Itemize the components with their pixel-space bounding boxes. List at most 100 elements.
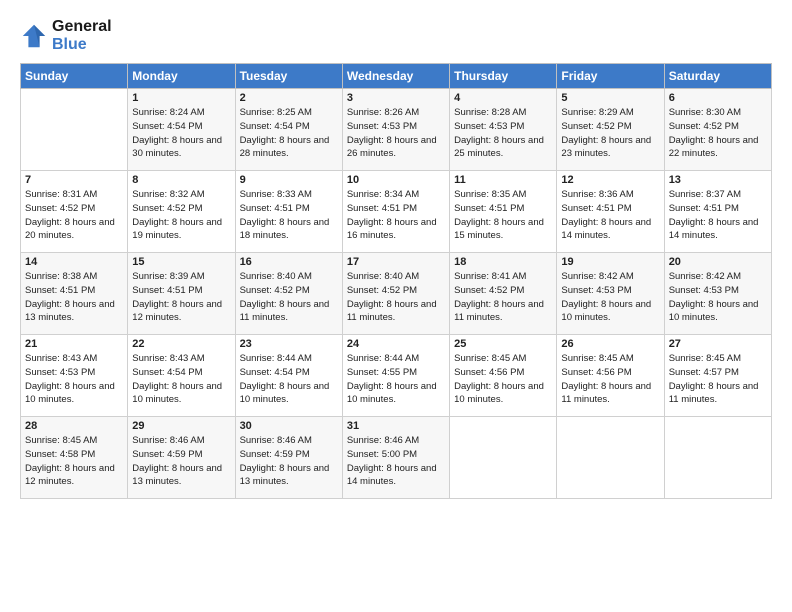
day-number: 7 xyxy=(25,174,123,186)
calendar-cell: 30 Sunrise: 8:46 AMSunset: 4:59 PMDayligh… xyxy=(235,417,342,499)
day-info: Sunrise: 8:37 AMSunset: 4:51 PMDaylight:… xyxy=(669,188,767,243)
calendar-cell: 21Sunrise: 8:43 AMSunset: 4:53 PMDayligh… xyxy=(21,335,128,417)
day-info: Sunrise: 8:38 AMSunset: 4:51 PMDaylight:… xyxy=(25,270,123,325)
day-header: Thursday xyxy=(450,64,557,89)
calendar-table: SundayMondayTuesdayWednesdayThursdayFrid… xyxy=(20,63,772,499)
calendar-header-row: SundayMondayTuesdayWednesdayThursdayFrid… xyxy=(21,64,772,89)
calendar-cell: 6 Sunrise: 8:30 AMSunset: 4:52 PMDaylight… xyxy=(664,89,771,171)
calendar-cell: 22 Sunrise: 8:43 AMSunset: 4:54 PMDayligh… xyxy=(128,335,235,417)
day-number: 31 xyxy=(347,420,445,432)
calendar-cell: 28 Sunrise: 8:45 AMSunset: 4:58 PMDayligh… xyxy=(21,417,128,499)
day-number: 20 xyxy=(669,256,767,268)
calendar-cell: 20 Sunrise: 8:42 AMSunset: 4:53 PMDayligh… xyxy=(664,253,771,335)
calendar-cell: 11 Sunrise: 8:35 AMSunset: 4:51 PMDayligh… xyxy=(450,171,557,253)
day-number: 5 xyxy=(561,92,659,104)
day-number: 10 xyxy=(347,174,445,186)
day-number: 16 xyxy=(240,256,338,268)
day-info: Sunrise: 8:43 AMSunset: 4:54 PMDaylight:… xyxy=(132,352,230,407)
day-info: Sunrise: 8:26 AMSunset: 4:53 PMDaylight:… xyxy=(347,106,445,161)
day-number: 3 xyxy=(347,92,445,104)
header: General Blue xyxy=(20,18,772,53)
day-number: 8 xyxy=(132,174,230,186)
calendar-cell: 24 Sunrise: 8:44 AMSunset: 4:55 PMDayligh… xyxy=(342,335,449,417)
calendar-cell: 23 Sunrise: 8:44 AMSunset: 4:54 PMDayligh… xyxy=(235,335,342,417)
calendar-week-row: 28 Sunrise: 8:45 AMSunset: 4:58 PMDayligh… xyxy=(21,417,772,499)
calendar-cell: 31 Sunrise: 8:46 AMSunset: 5:00 PMDayligh… xyxy=(342,417,449,499)
day-info: Sunrise: 8:45 AMSunset: 4:56 PMDaylight:… xyxy=(561,352,659,407)
day-info: Sunrise: 8:33 AMSunset: 4:51 PMDaylight:… xyxy=(240,188,338,243)
day-number: 27 xyxy=(669,338,767,350)
calendar-cell: 19Sunrise: 8:42 AMSunset: 4:53 PMDayligh… xyxy=(557,253,664,335)
day-number: 4 xyxy=(454,92,552,104)
day-info: Sunrise: 8:32 AMSunset: 4:52 PMDaylight:… xyxy=(132,188,230,243)
day-number: 18 xyxy=(454,256,552,268)
calendar-cell: 2 Sunrise: 8:25 AMSunset: 4:54 PMDaylight… xyxy=(235,89,342,171)
day-info: Sunrise: 8:28 AMSunset: 4:53 PMDaylight:… xyxy=(454,106,552,161)
day-number: 12 xyxy=(561,174,659,186)
day-info: Sunrise: 8:40 AMSunset: 4:52 PMDaylight:… xyxy=(347,270,445,325)
day-info: Sunrise: 8:44 AMSunset: 4:55 PMDaylight:… xyxy=(347,352,445,407)
day-info: Sunrise: 8:46 AMSunset: 5:00 PMDaylight:… xyxy=(347,434,445,489)
calendar-cell: 7 Sunrise: 8:31 AMSunset: 4:52 PMDaylight… xyxy=(21,171,128,253)
day-info: Sunrise: 8:42 AMSunset: 4:53 PMDaylight:… xyxy=(561,270,659,325)
day-info: Sunrise: 8:35 AMSunset: 4:51 PMDaylight:… xyxy=(454,188,552,243)
calendar-cell: 16Sunrise: 8:40 AMSunset: 4:52 PMDayligh… xyxy=(235,253,342,335)
day-number: 23 xyxy=(240,338,338,350)
day-number: 25 xyxy=(454,338,552,350)
logo-icon xyxy=(20,22,48,50)
calendar-cell: 10 Sunrise: 8:34 AMSunset: 4:51 PMDayligh… xyxy=(342,171,449,253)
day-info: Sunrise: 8:45 AMSunset: 4:58 PMDaylight:… xyxy=(25,434,123,489)
day-info: Sunrise: 8:42 AMSunset: 4:53 PMDaylight:… xyxy=(669,270,767,325)
calendar-cell: 5 Sunrise: 8:29 AMSunset: 4:52 PMDaylight… xyxy=(557,89,664,171)
day-header: Tuesday xyxy=(235,64,342,89)
calendar-cell: 12 Sunrise: 8:36 AMSunset: 4:51 PMDayligh… xyxy=(557,171,664,253)
day-info: Sunrise: 8:29 AMSunset: 4:52 PMDaylight:… xyxy=(561,106,659,161)
calendar-week-row: 21Sunrise: 8:43 AMSunset: 4:53 PMDayligh… xyxy=(21,335,772,417)
day-number: 6 xyxy=(669,92,767,104)
day-number: 30 xyxy=(240,420,338,432)
day-info: Sunrise: 8:30 AMSunset: 4:52 PMDaylight:… xyxy=(669,106,767,161)
day-number: 9 xyxy=(240,174,338,186)
day-info: Sunrise: 8:46 AMSunset: 4:59 PMDaylight:… xyxy=(132,434,230,489)
calendar-cell: 25Sunrise: 8:45 AMSunset: 4:56 PMDayligh… xyxy=(450,335,557,417)
calendar-cell: 9 Sunrise: 8:33 AMSunset: 4:51 PMDaylight… xyxy=(235,171,342,253)
day-number: 15 xyxy=(132,256,230,268)
day-info: Sunrise: 8:39 AMSunset: 4:51 PMDaylight:… xyxy=(132,270,230,325)
logo-text: General Blue xyxy=(52,18,112,53)
day-header: Friday xyxy=(557,64,664,89)
day-info: Sunrise: 8:36 AMSunset: 4:51 PMDaylight:… xyxy=(561,188,659,243)
day-number: 29 xyxy=(132,420,230,432)
logo: General Blue xyxy=(20,18,112,53)
calendar-week-row: 14Sunrise: 8:38 AMSunset: 4:51 PMDayligh… xyxy=(21,253,772,335)
calendar-cell: 29 Sunrise: 8:46 AMSunset: 4:59 PMDayligh… xyxy=(128,417,235,499)
calendar-week-row: 7 Sunrise: 8:31 AMSunset: 4:52 PMDaylight… xyxy=(21,171,772,253)
calendar-cell: 18Sunrise: 8:41 AMSunset: 4:52 PMDayligh… xyxy=(450,253,557,335)
day-header: Monday xyxy=(128,64,235,89)
calendar-cell: 14Sunrise: 8:38 AMSunset: 4:51 PMDayligh… xyxy=(21,253,128,335)
day-number: 17 xyxy=(347,256,445,268)
day-number: 26 xyxy=(561,338,659,350)
day-number: 11 xyxy=(454,174,552,186)
day-info: Sunrise: 8:34 AMSunset: 4:51 PMDaylight:… xyxy=(347,188,445,243)
day-info: Sunrise: 8:45 AMSunset: 4:57 PMDaylight:… xyxy=(669,352,767,407)
day-number: 28 xyxy=(25,420,123,432)
calendar-cell: 26 Sunrise: 8:45 AMSunset: 4:56 PMDayligh… xyxy=(557,335,664,417)
day-number: 22 xyxy=(132,338,230,350)
calendar-cell: 17 Sunrise: 8:40 AMSunset: 4:52 PMDayligh… xyxy=(342,253,449,335)
day-info: Sunrise: 8:24 AMSunset: 4:54 PMDaylight:… xyxy=(132,106,230,161)
day-info: Sunrise: 8:25 AMSunset: 4:54 PMDaylight:… xyxy=(240,106,338,161)
day-info: Sunrise: 8:46 AMSunset: 4:59 PMDaylight:… xyxy=(240,434,338,489)
day-info: Sunrise: 8:44 AMSunset: 4:54 PMDaylight:… xyxy=(240,352,338,407)
day-number: 2 xyxy=(240,92,338,104)
day-number: 1 xyxy=(132,92,230,104)
day-number: 24 xyxy=(347,338,445,350)
calendar-body: 1 Sunrise: 8:24 AMSunset: 4:54 PMDaylight… xyxy=(21,89,772,499)
calendar-cell xyxy=(21,89,128,171)
calendar-cell: 1 Sunrise: 8:24 AMSunset: 4:54 PMDaylight… xyxy=(128,89,235,171)
calendar-cell: 13Sunrise: 8:37 AMSunset: 4:51 PMDayligh… xyxy=(664,171,771,253)
calendar-cell: 4 Sunrise: 8:28 AMSunset: 4:53 PMDaylight… xyxy=(450,89,557,171)
day-info: Sunrise: 8:31 AMSunset: 4:52 PMDaylight:… xyxy=(25,188,123,243)
day-info: Sunrise: 8:43 AMSunset: 4:53 PMDaylight:… xyxy=(25,352,123,407)
calendar-cell: 3 Sunrise: 8:26 AMSunset: 4:53 PMDaylight… xyxy=(342,89,449,171)
calendar-cell xyxy=(664,417,771,499)
